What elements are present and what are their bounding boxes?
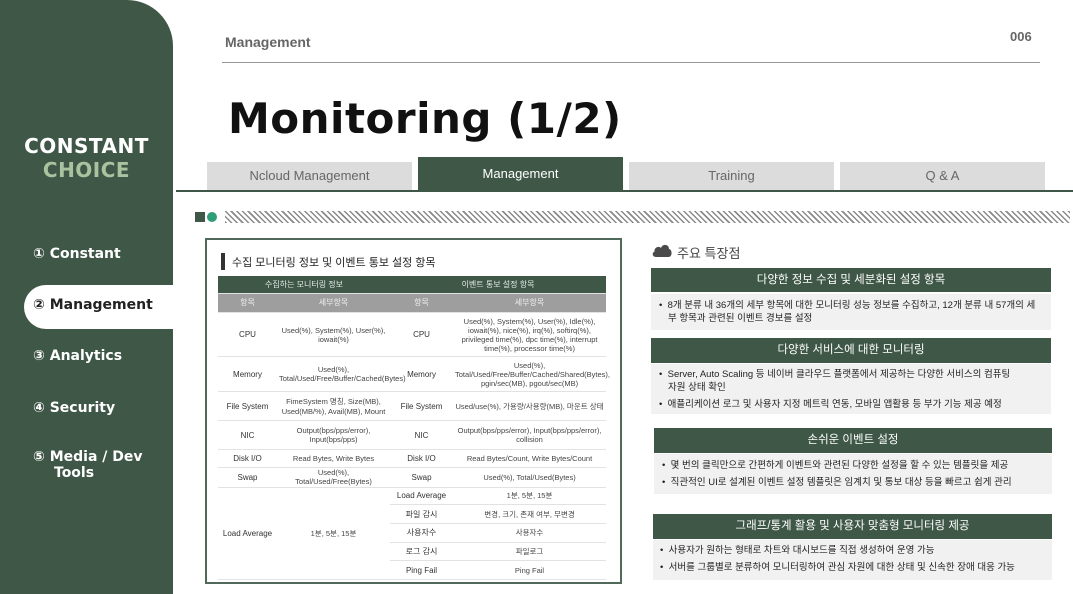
bullet-line: • Server, Auto Scaling 등 네이버 클라우드 플랫폼에서 …	[659, 369, 1011, 380]
bullet-line: • 8개 분류 내 36개의 세부 항목에 대한 모니터링 성능 정보를 수집하…	[659, 300, 1036, 311]
table-row: Load Average 1분, 5분, 15분 Load Average 1분…	[218, 487, 607, 581]
table-cell: Used/use(%), 가용량/사용량(MB), 마운트 상태	[453, 391, 607, 422]
bullet-continuation: 부 항목과 관련된 이벤트 경보를 설정	[668, 313, 813, 324]
table-cell: Read Bytes, Write Bytes	[277, 449, 391, 468]
sidebar-item-constant[interactable]: ① Constant	[33, 246, 121, 262]
column-header: 세부항목	[277, 293, 391, 314]
table-cell: FimeSystem 명칭, Size(MB), Used(MB/%), Ava…	[277, 391, 391, 422]
feature-header: 그래프/통계 활용 및 사용자 맞춤형 모니터링 제공	[653, 514, 1052, 539]
sidebar-item-management[interactable]: ② Management	[24, 285, 184, 329]
table-cell: Swap	[390, 467, 454, 488]
page-number: 006	[1010, 29, 1032, 44]
sidebar: CONSTANT CHOICE ① Constant ② Management …	[0, 0, 184, 594]
table-row: NIC Output(bps/pps/error), Input(bps/pps…	[218, 420, 607, 451]
circle-marker-icon	[207, 212, 217, 222]
bullet-text: 애플리케이션 로그 및 사용자 지정 메트릭 연동, 모바일 앱활용 등 부가 …	[667, 399, 1002, 410]
sidebar-item-management-label: ② Management	[33, 297, 153, 313]
section-right-header: 이벤트 통보 설정 항목	[390, 276, 607, 294]
brand-line2: CHOICE	[42, 158, 131, 182]
bullet-text: 8개 분류 내 36개의 세부 항목에 대한 모니터링 성능 정보를 수집하고,…	[667, 300, 1036, 311]
table-cell: File System	[218, 391, 277, 422]
table-cell: Output(bps/pps/error), Input(bps/pps)	[277, 420, 391, 451]
feature-header: 다양한 정보 수집 및 세분화된 설정 항목	[651, 268, 1051, 292]
table-cell: Load Average	[390, 487, 454, 506]
table-cell: Used(%), System(%), User(%), iowait(%)	[277, 312, 391, 357]
page-title: Monitoring (1/2)	[228, 94, 622, 143]
hatch-divider	[225, 211, 1070, 223]
table-cell: File System	[390, 391, 454, 422]
table-cell: CPU	[218, 312, 277, 357]
table-cell: NIC	[218, 420, 277, 451]
table-cell: 1분, 5분, 15분	[453, 487, 607, 506]
table-cell: 파일 감시	[390, 504, 454, 524]
table-cell: Ping Fail	[390, 560, 454, 580]
brand-line1: CONSTANT	[24, 134, 149, 158]
table-cell: NIC	[390, 420, 454, 451]
table-cell: CPU	[390, 312, 454, 357]
breadcrumb: Management	[225, 34, 311, 50]
table-cell: 사용자수	[390, 523, 454, 543]
table-cell: 1분, 5분, 15분	[277, 487, 391, 581]
table-cell: 사용자수	[453, 523, 607, 543]
table-row: Memory Used(%), Total/Used/Free/Buffer/C…	[218, 356, 610, 393]
table-row: CPU Used(%), System(%), User(%), iowait(…	[218, 312, 607, 357]
table-cell: Ping Fail	[453, 560, 607, 580]
panel-title: 수집 모니터링 정보 및 이벤트 통보 설정 항목	[232, 257, 436, 269]
bullet-text: 몇 번의 클릭만으로 간편하게 이벤트와 관련된 다양한 설정을 할 수 있는 …	[670, 460, 1009, 471]
table-cell: Used(%), Total/Used/Free(Bytes)	[277, 467, 391, 488]
table-cell: Swap	[218, 467, 277, 488]
bullet-line: • 애플리케이션 로그 및 사용자 지정 메트릭 연동, 모바일 앱활용 등 부…	[659, 399, 1002, 410]
table-row: File System FimeSystem 명칭, Size(MB), Use…	[218, 391, 607, 422]
bullet-text: Server, Auto Scaling 등 네이버 클라우드 플랫폼에서 제공…	[667, 369, 1011, 380]
table-header-row: 항목 세부항목 항목 세부항목	[218, 293, 607, 314]
sidebar-item-media-dev[interactable]: ⑤ Media / Dev	[33, 449, 143, 465]
table-cell: Used(%), Total/Used/Free/Buffer/Cached/S…	[453, 356, 610, 393]
features-heading: 주요 특장점	[677, 246, 741, 261]
tab-ncloud-management[interactable]: Ncloud Management	[207, 162, 412, 190]
table-cell: Read Bytes/Count, Write Bytes/Count	[453, 449, 607, 468]
tab-divider	[176, 190, 1073, 192]
bullet-line: • 사용자가 원하는 형태로 차트와 대시보드를 직접 생성하여 운영 가능	[660, 545, 935, 556]
bullet-continuation: 자원 상태 확인	[668, 382, 726, 393]
sidebar-item-analytics[interactable]: ③ Analytics	[33, 348, 122, 364]
tab-qna[interactable]: Q & A	[840, 162, 1045, 190]
monitoring-info-panel: 수집 모니터링 정보 및 이벤트 통보 설정 항목 수집하는 모니터링 정보 이…	[205, 238, 622, 584]
bullet-text: 직관적인 UI로 설계된 이벤트 설정 템플릿은 임계치 및 통보 대상 등을 …	[670, 477, 1012, 488]
table-row: Swap Used(%), Total/Used/Free(Bytes) Swa…	[218, 467, 607, 488]
monitoring-table: 수집하는 모니터링 정보 이벤트 통보 설정 항목 항목 세부항목 항목 세부항…	[218, 276, 610, 581]
panel-title-bar	[221, 253, 225, 270]
header-divider	[222, 62, 1040, 63]
table-row: Disk I/O Read Bytes, Write Bytes Disk I/…	[218, 449, 607, 468]
table-cell: Used(%), Total/Used/Free/Buffer/Cached(B…	[277, 356, 406, 393]
feature-header: 손쉬운 이벤트 설정	[654, 428, 1052, 453]
table-cell: 변경, 크기, 존재 여부, 무변경	[453, 504, 607, 524]
square-marker-icon	[195, 212, 205, 222]
bullet-line: • 직관적인 UI로 설계된 이벤트 설정 템플릿은 임계치 및 통보 대상 등…	[662, 477, 1012, 488]
column-header: 항목	[218, 293, 277, 314]
bullet-text: 사용자가 원하는 형태로 차트와 대시보드를 직접 생성하여 운영 가능	[668, 545, 935, 556]
table-cell: Used(%), System(%), User(%), Idle(%), io…	[453, 312, 607, 357]
tab-management[interactable]: Management	[418, 157, 623, 190]
table-cell: Memory	[218, 356, 277, 393]
bullet-line: • 서버를 그룹별로 분류하여 모니터링하여 관심 자원에 대한 상태 및 신속…	[660, 562, 1015, 573]
sidebar-item-tools[interactable]: Tools	[54, 465, 94, 481]
table-section-row: 수집하는 모니터링 정보 이벤트 통보 설정 항목	[218, 276, 607, 294]
table-cell: Output(bps/pps/error), Input(bps/pps/err…	[453, 420, 607, 451]
table-cell: 로그 감시	[390, 542, 454, 562]
cloud-icon	[652, 244, 672, 257]
tab-training[interactable]: Training	[629, 162, 834, 190]
column-header: 항목	[390, 293, 454, 314]
section-left-header: 수집하는 모니터링 정보	[218, 276, 391, 294]
feature-header: 다양한 서비스에 대한 모니터링	[651, 338, 1051, 363]
table-cell: Load Average	[218, 487, 277, 581]
sidebar-item-security[interactable]: ④ Security	[33, 400, 115, 416]
table-cell: 파일로그	[453, 542, 607, 562]
table-cell: Used(%), Total/Used(Bytes)	[453, 467, 607, 488]
bullet-text: 서버를 그룹별로 분류하여 모니터링하여 관심 자원에 대한 상태 및 신속한 …	[668, 562, 1015, 573]
column-header: 세부항목	[453, 293, 607, 314]
bullet-line: • 몇 번의 클릭만으로 간편하게 이벤트와 관련된 다양한 설정을 할 수 있…	[662, 460, 1009, 471]
table-cell: Disk I/O	[390, 449, 454, 468]
table-cell: Disk I/O	[218, 449, 277, 468]
